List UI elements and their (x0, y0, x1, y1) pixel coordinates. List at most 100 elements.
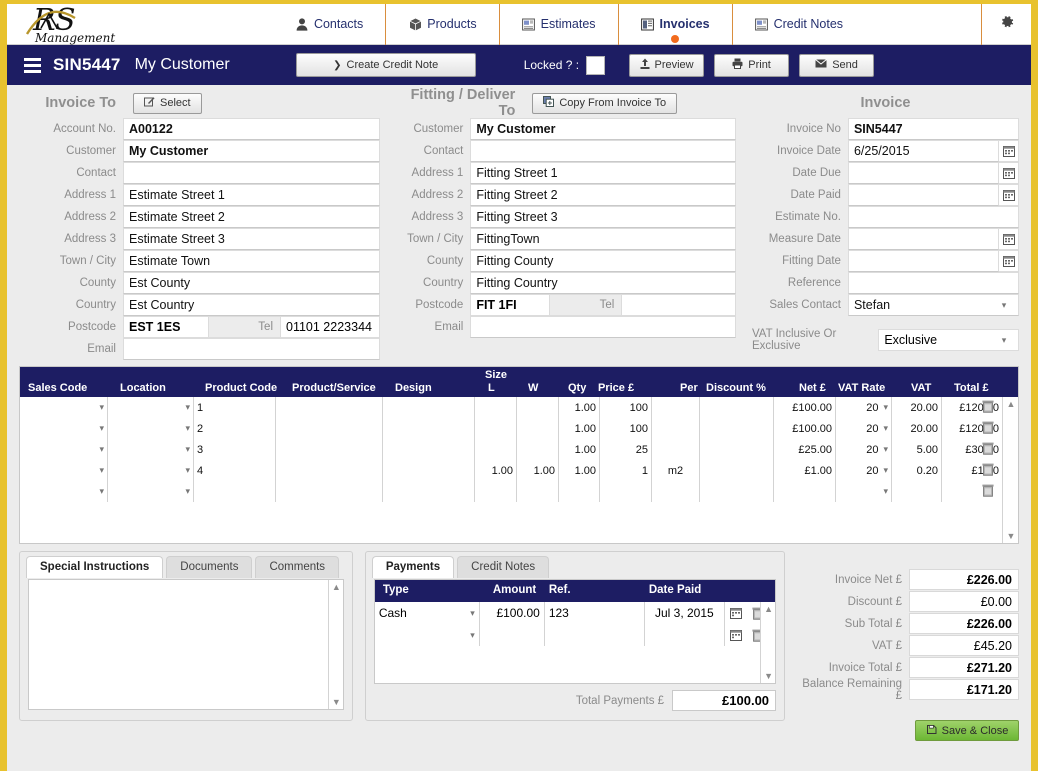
length-cell[interactable] (475, 397, 517, 418)
table-row[interactable]: ▾ ▾ 1 1.00 100 £100.00 20 ▾ 20.00 £120.00 (20, 397, 1018, 418)
delivery-town-city-input[interactable]: FittingTown (470, 228, 736, 250)
payments-scrollbar[interactable]: ▲ ▼ (760, 602, 776, 683)
delivery-tel-input[interactable] (622, 294, 736, 316)
qty-cell[interactable]: 1.00 (559, 439, 600, 460)
product-service-cell[interactable] (276, 460, 383, 481)
product-code-cell[interactable] (194, 481, 276, 502)
invoice-no-input[interactable]: SIN5447 (847, 118, 1019, 140)
tel-input[interactable]: 01101 2223344 (281, 316, 381, 338)
location-select[interactable]: ▾ (108, 460, 194, 481)
delivery-customer-input[interactable]: My Customer (470, 118, 736, 140)
payment-type-select[interactable]: Cash ▾ (375, 602, 480, 624)
delete-row-icon[interactable] (982, 421, 996, 436)
contact-input[interactable] (123, 162, 381, 184)
discount-cell[interactable] (700, 439, 774, 460)
payment-date-paid-input[interactable]: Jul 3, 2015 (645, 602, 725, 624)
product-code-cell[interactable]: 4 (194, 460, 276, 481)
date-paid-input[interactable] (847, 184, 999, 206)
width-cell[interactable] (517, 481, 559, 502)
vat-mode-select[interactable]: Exclusive ▾ (878, 329, 1019, 351)
design-cell[interactable] (383, 397, 475, 418)
nav-item-invoices[interactable]: Invoices (617, 3, 732, 45)
calendar-icon[interactable] (725, 624, 747, 646)
payment-amount-input[interactable] (480, 624, 545, 646)
company-logo[interactable]: R S Management (7, 4, 157, 45)
discount-cell[interactable] (700, 418, 774, 439)
address1-input[interactable]: Estimate Street 1 (123, 184, 381, 206)
qty-cell[interactable]: 1.00 (559, 397, 600, 418)
calendar-icon[interactable] (999, 140, 1019, 162)
width-cell[interactable] (517, 397, 559, 418)
qty-cell[interactable] (559, 481, 600, 502)
delete-row-icon[interactable] (982, 463, 996, 478)
product-service-cell[interactable] (276, 481, 383, 502)
tab-comments[interactable]: Comments (255, 556, 340, 578)
product-service-cell[interactable] (276, 397, 383, 418)
postcode-input[interactable]: EST 1ES (123, 316, 209, 338)
invoice-date-input[interactable]: 6/25/2015 (847, 140, 999, 162)
table-row[interactable]: ▾ ▾ 4 1.00 1.00 1.00 1 m2 £1.00 20 ▾ 0.20… (20, 460, 1018, 481)
print-button[interactable]: Print (714, 53, 790, 77)
hamburger-menu-icon[interactable] (15, 57, 49, 73)
delivery-county-input[interactable]: Fitting County (470, 250, 736, 272)
send-button[interactable]: Send (799, 53, 875, 77)
design-cell[interactable] (383, 481, 475, 502)
location-select[interactable]: ▾ (108, 439, 194, 460)
email-input[interactable] (123, 338, 381, 360)
table-row[interactable]: ▾ ▾ ▾ (20, 481, 1018, 502)
calendar-icon[interactable] (999, 228, 1019, 250)
design-cell[interactable] (383, 439, 475, 460)
payment-row[interactable]: ▾ (375, 624, 775, 646)
product-service-cell[interactable] (276, 439, 383, 460)
calendar-icon[interactable] (725, 602, 747, 624)
scroll-down-icon[interactable]: ▼ (761, 669, 776, 683)
product-code-cell[interactable]: 2 (194, 418, 276, 439)
nav-item-estimates[interactable]: Estimates (498, 3, 618, 45)
qty-cell[interactable]: 1.00 (559, 460, 600, 481)
save-and-close-button[interactable]: Save & Close (915, 720, 1019, 741)
design-cell[interactable] (383, 418, 475, 439)
scroll-up-icon[interactable]: ▲ (329, 580, 344, 594)
payment-type-select[interactable]: ▾ (375, 624, 480, 646)
account-no-input[interactable]: A00122 (123, 118, 381, 140)
vat-rate-select[interactable]: 20 ▾ (836, 397, 892, 418)
tab-documents[interactable]: Documents (166, 556, 253, 578)
sales-code-select[interactable]: ▾ (20, 439, 108, 460)
locked-checkbox[interactable] (586, 55, 606, 75)
payment-date-paid-input[interactable] (645, 624, 725, 646)
per-cell[interactable] (652, 397, 700, 418)
sales-code-select[interactable]: ▾ (20, 418, 108, 439)
nav-item-contacts[interactable]: Contacts (273, 4, 385, 45)
length-cell[interactable] (475, 418, 517, 439)
vat-rate-select[interactable]: 20 ▾ (836, 460, 892, 481)
delivery-address3-input[interactable]: Fitting Street 3 (470, 206, 736, 228)
table-row[interactable]: ▾ ▾ 2 1.00 100 £100.00 20 ▾ 20.00 £120.00 (20, 418, 1018, 439)
tab-credit-notes[interactable]: Credit Notes (457, 556, 550, 578)
length-cell[interactable] (475, 481, 517, 502)
product-code-cell[interactable]: 1 (194, 397, 276, 418)
sales-contact-select[interactable]: Stefan ▾ (847, 294, 1019, 316)
delivery-email-input[interactable] (470, 316, 736, 338)
select-customer-button[interactable]: Select (133, 92, 202, 114)
discount-cell[interactable] (700, 460, 774, 481)
sales-code-select[interactable]: ▾ (20, 397, 108, 418)
town-city-input[interactable]: Estimate Town (123, 250, 381, 272)
delivery-postcode-input[interactable]: FIT 1FI (470, 294, 551, 316)
nav-item-products[interactable]: Products (385, 3, 498, 45)
per-cell[interactable] (652, 418, 700, 439)
scroll-up-icon[interactable]: ▲ (761, 602, 776, 616)
date-due-input[interactable] (847, 162, 999, 184)
payment-ref-input[interactable] (545, 624, 645, 646)
delivery-country-input[interactable]: Fitting Country (470, 272, 736, 294)
sales-code-select[interactable]: ▾ (20, 481, 108, 502)
payment-row[interactable]: Cash ▾ £100.00 123 Jul 3, 2015 (375, 602, 775, 624)
payment-ref-input[interactable]: 123 (545, 602, 645, 624)
discount-cell[interactable] (700, 481, 774, 502)
per-cell[interactable]: m2 (652, 460, 700, 481)
tab-special-instructions[interactable]: Special Instructions (26, 556, 164, 578)
scroll-up-icon[interactable]: ▲ (1003, 397, 1018, 411)
price-cell[interactable]: 1 (600, 460, 652, 481)
vat-rate-select[interactable]: 20 ▾ (836, 418, 892, 439)
nav-item-credit-notes[interactable]: Credit Notes (731, 3, 865, 45)
scroll-down-icon[interactable]: ▼ (329, 695, 344, 709)
